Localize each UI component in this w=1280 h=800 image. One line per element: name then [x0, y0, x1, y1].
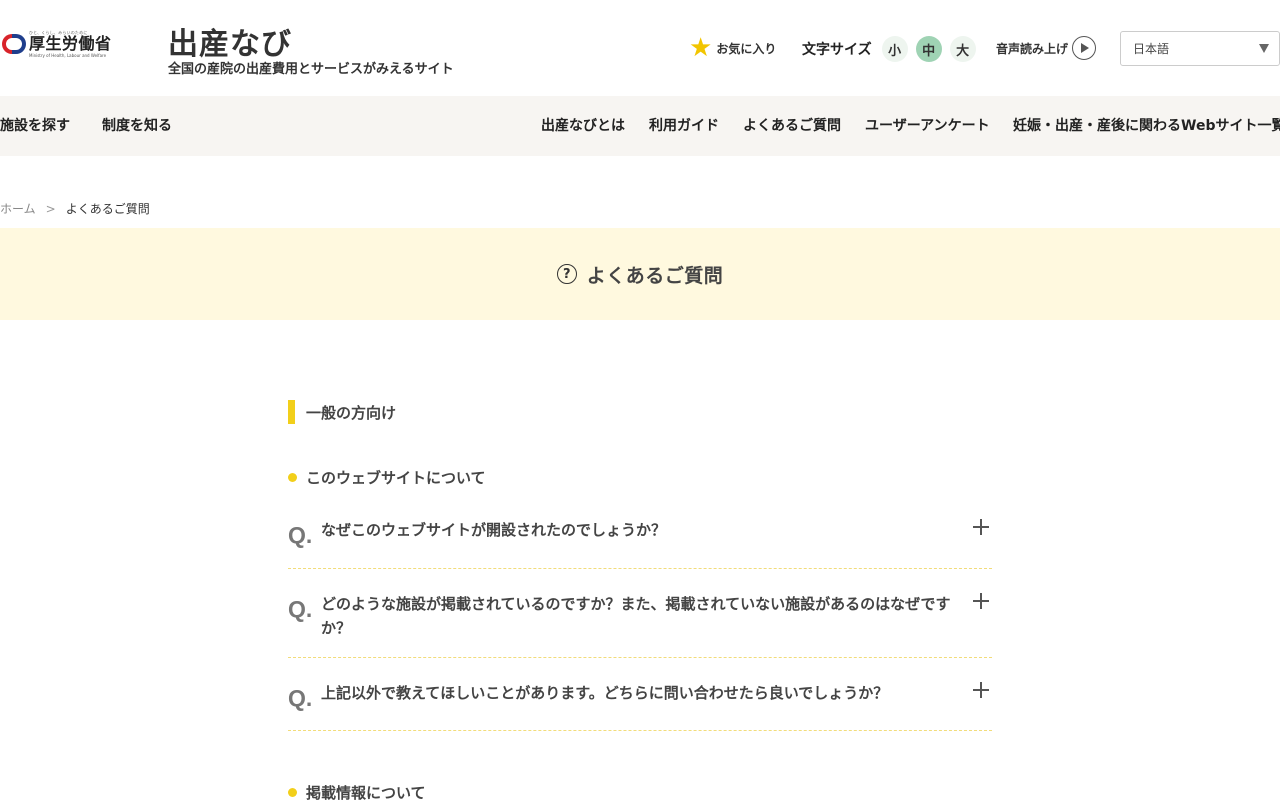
breadcrumb-separator: > — [45, 201, 56, 216]
voice-readout-label: 音声読み上げ — [996, 41, 1069, 56]
question-marker: Q. — [288, 522, 313, 548]
faq-question-text: 上記以外で教えてほしいことがあります。どちらに問い合わせたら良いでしょうか？ — [321, 684, 889, 702]
faq-group-heading: 掲載情報について — [288, 782, 426, 800]
mhlw-mark-icon — [2, 30, 26, 58]
breadcrumb-home[interactable]: ホーム — [0, 200, 36, 217]
site-header: ひと、くらし、みらいのために 厚生労働省 Ministry of Health,… — [0, 0, 1280, 96]
text-size-small-button[interactable]: 小 — [881, 36, 908, 62]
favorites-link[interactable]: ★ お気に入り — [689, 33, 777, 63]
question-circle-icon: ? — [556, 264, 577, 284]
faq-question-text: どのような施設が掲載されているのですか？また、掲載されていない施設があるのはなぜ… — [321, 595, 951, 637]
question-marker: Q. — [288, 685, 313, 711]
voice-readout-button[interactable]: 音声読み上げ — [996, 36, 1097, 60]
faq-group-heading: このウェブサイトについて — [288, 467, 486, 488]
mhlw-name: 厚生労働省 — [29, 34, 112, 53]
faq-item[interactable]: Q. 上記以外で教えてほしいことがあります。どちらに問い合わせたら良いでしょうか… — [288, 677, 992, 731]
site-subtitle: 全国の産院の出産費用とサービスがみえるサイト — [168, 62, 454, 77]
caret-down-icon — [1259, 44, 1269, 53]
page-title: よくあるご質問 — [586, 264, 724, 287]
section-title: 一般の方向け — [306, 403, 397, 422]
faq-group-title: 掲載情報について — [306, 784, 426, 800]
question-marker: Q. — [288, 596, 313, 622]
site-title[interactable]: 出産なび — [168, 19, 292, 63]
mhlw-english-name: Ministry of Health, Labour and Welfare — [29, 53, 107, 58]
plus-icon[interactable] — [972, 518, 990, 536]
favorites-label: お気に入り — [716, 41, 777, 56]
global-nav: 施設を探す 制度を知る 出産なびとは 利用ガイド よくあるご質問 ユーザーアンケ… — [0, 96, 1280, 156]
text-size-large-button[interactable]: 大 — [949, 36, 976, 62]
mhlw-logo[interactable]: ひと、くらし、みらいのために 厚生労働省 Ministry of Health,… — [2, 30, 112, 58]
faq-item[interactable]: Q. どのような施設が掲載されているのですか？また、掲載されていない施設があるの… — [288, 588, 992, 658]
breadcrumb: ホーム > よくあるご質問 — [0, 200, 150, 217]
nav-item-guide[interactable]: 利用ガイド — [649, 96, 719, 156]
language-select[interactable]: 日本語 — [1120, 31, 1280, 66]
star-icon: ★ — [689, 33, 713, 63]
text-size-label: 文字サイズ — [802, 42, 872, 58]
language-selected-value: 日本語 — [1133, 42, 1170, 56]
faq-group-title: このウェブサイトについて — [306, 469, 486, 487]
plus-icon[interactable] — [972, 681, 990, 699]
nav-item-faq[interactable]: よくあるご質問 — [743, 96, 841, 156]
breadcrumb-current: よくあるご質問 — [65, 202, 150, 216]
nav-item-find-facility[interactable]: 施設を探す — [0, 96, 70, 156]
page-hero: ? よくあるご質問 — [0, 228, 1280, 320]
text-size-control: 文字サイズ 小 中 大 — [802, 36, 976, 62]
nav-item-about[interactable]: 出産なびとは — [541, 96, 625, 156]
plus-icon[interactable] — [972, 592, 990, 610]
nav-item-survey[interactable]: ユーザーアンケート — [865, 96, 990, 156]
play-icon — [1072, 36, 1097, 60]
faq-item[interactable]: Q. なぜこのウェブサイトが開設されたのでしょうか？ — [288, 514, 992, 569]
bullet-dot-icon — [288, 788, 297, 797]
section-accent-bar — [288, 400, 295, 424]
bullet-dot-icon — [288, 473, 297, 482]
text-size-medium-button[interactable]: 中 — [915, 36, 942, 62]
nav-item-related-sites[interactable]: 妊娠・出産・産後に関わるWebサイト一覧 — [1013, 96, 1280, 156]
faq-question-text: なぜこのウェブサイトが開設されたのでしょうか？ — [321, 521, 667, 539]
section-heading: 一般の方向け — [288, 400, 396, 424]
nav-item-learn-system[interactable]: 制度を知る — [102, 96, 172, 156]
